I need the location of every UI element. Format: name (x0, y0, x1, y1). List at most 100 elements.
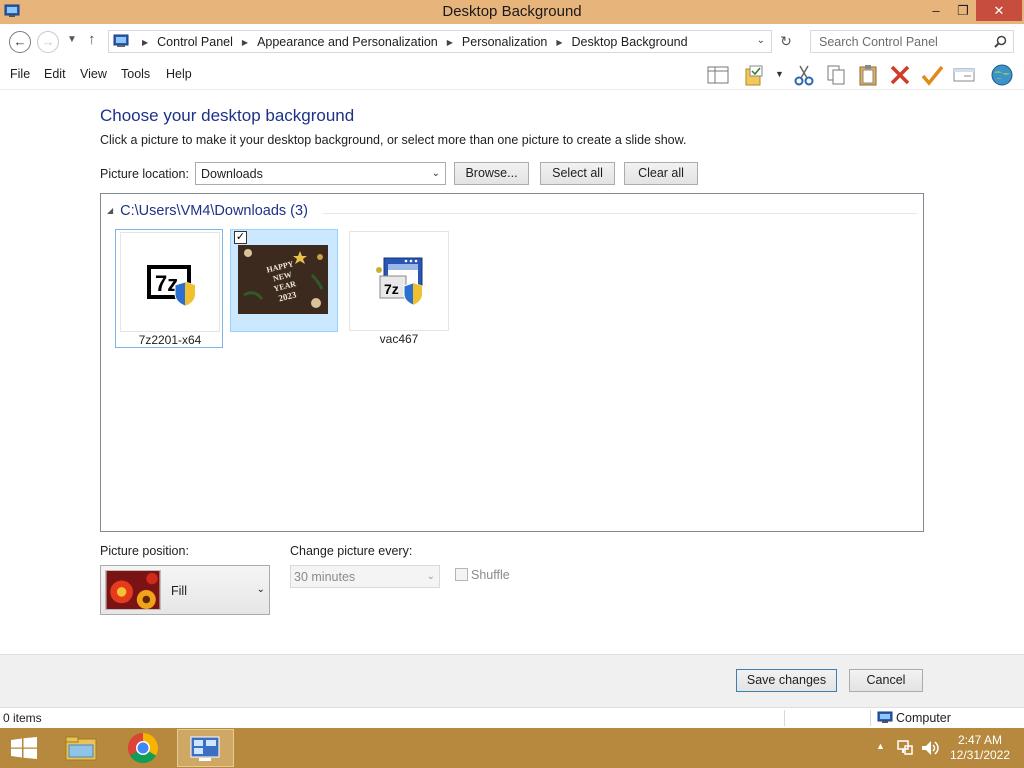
new-year-thumbnail: HAPPY NEW YEAR 2023 (238, 245, 328, 314)
folder-options-icon[interactable] (742, 63, 766, 87)
globe-icon[interactable] (990, 63, 1014, 87)
chevron-down-icon[interactable]: ⌄ (757, 35, 765, 46)
thumbnail-frame: 7z (349, 231, 449, 331)
menu-edit[interactable]: Edit (44, 67, 66, 81)
menu-bar: File Edit View Tools Help ▼ (0, 60, 1024, 90)
taskbar-file-explorer[interactable] (56, 729, 106, 767)
refresh-button[interactable]: ↻ (774, 30, 798, 53)
title-bar: Desktop Background – ❐ ✕ (0, 0, 1024, 24)
computer-icon (877, 711, 893, 723)
chevron-down-icon[interactable]: ▼ (775, 69, 784, 79)
up-button[interactable]: ↑ (88, 31, 96, 48)
chevron-right-icon[interactable]: ▶ (142, 38, 148, 47)
menu-tools[interactable]: Tools (121, 67, 150, 81)
recent-pages-dropdown[interactable]: ▼ (67, 34, 77, 45)
clear-all-button[interactable]: Clear all (624, 162, 698, 185)
forward-button[interactable]: → (37, 31, 59, 53)
clock[interactable]: 2:47 AM 12/31/2022 (946, 733, 1014, 763)
item-count: 0 items (3, 711, 42, 725)
close-button[interactable]: ✕ (976, 0, 1022, 21)
footer: Save changes Cancel (0, 654, 1024, 707)
cut-icon[interactable] (792, 63, 816, 87)
group-header[interactable]: ◢ C:\Users\VM4\Downloads (3) (107, 203, 308, 219)
collapse-triangle-icon[interactable]: ◢ (107, 206, 113, 215)
picture-location-select[interactable]: Downloads ⌄ (195, 162, 446, 185)
change-picture-label: Change picture every: (290, 544, 413, 558)
7zip-app-icon: 7z (376, 257, 423, 306)
breadcrumb-desktop-background[interactable]: Desktop Background (572, 35, 688, 49)
properties-icon[interactable] (952, 63, 976, 87)
search-input[interactable] (811, 31, 991, 52)
maximize-button[interactable]: ❐ (949, 0, 977, 21)
clock-time: 2:47 AM (957, 733, 1003, 747)
breadcrumb-appearance[interactable]: Appearance and Personalization (257, 35, 438, 49)
menu-file[interactable]: File (10, 67, 30, 81)
page-description: Click a picture to make it your desktop … (100, 133, 687, 147)
picture-caption: 7z2201-x64 (138, 333, 202, 347)
taskbar: ▲ 2:47 AM 12/31/2022 (0, 728, 1024, 768)
paste-icon[interactable] (856, 63, 880, 87)
cancel-button[interactable]: Cancel (849, 669, 923, 692)
back-button[interactable]: ← (9, 31, 31, 53)
chevron-right-icon[interactable]: ▶ (556, 38, 562, 47)
group-divider (323, 213, 917, 214)
delete-icon[interactable] (888, 63, 912, 87)
status-location-label: Computer (896, 711, 951, 725)
picture-gallery[interactable]: ◢ C:\Users\VM4\Downloads (3) 7z 7z2201-x6… (100, 193, 924, 532)
control-panel-icon (190, 736, 220, 761)
chevron-down-icon: ⌄ (431, 168, 440, 179)
taskbar-control-panel[interactable] (177, 729, 234, 767)
picture-checkbox[interactable]: ✓ (234, 231, 247, 244)
picture-item[interactable]: 7z 7z2201-x64 (115, 229, 223, 348)
content-area: Choose your desktop background Click a p… (0, 91, 1024, 654)
chevron-down-icon: ⌄ (426, 571, 435, 582)
shuffle-label: Shuffle (471, 568, 510, 582)
menu-help[interactable]: Help (166, 67, 192, 81)
windows-start-icon[interactable] (10, 737, 38, 759)
picture-position-label: Picture position: (100, 544, 189, 558)
minimize-button[interactable]: – (922, 0, 950, 21)
layout-pane-icon[interactable] (706, 63, 730, 87)
breadcrumb-personalization[interactable]: Personalization (462, 35, 547, 49)
chevron-right-icon[interactable]: ▶ (447, 38, 453, 47)
change-picture-select[interactable]: 30 minutes ⌄ (290, 565, 440, 588)
check-icon[interactable] (920, 63, 944, 87)
copy-icon[interactable] (824, 63, 848, 87)
address-bar: ← → ▼ ↑ ▶ Control Panel ▶ Appearance and… (0, 24, 1024, 60)
picture-position-select[interactable]: Fill ⌄ (100, 565, 270, 615)
status-bar: 0 items Computer (0, 707, 1024, 728)
window-title: Desktop Background (442, 3, 582, 20)
chevron-down-icon: ⌄ (256, 584, 265, 595)
picture-item[interactable]: 7z vac467 (345, 229, 453, 348)
menu-view[interactable]: View (80, 67, 107, 81)
change-picture-value: 30 minutes (294, 570, 356, 584)
chevron-right-icon[interactable]: ▶ (242, 38, 248, 47)
network-icon[interactable] (897, 740, 913, 756)
clock-date: 12/31/2022 (949, 748, 1011, 762)
breadcrumb[interactable]: ▶ Control Panel ▶ Appearance and Persona… (108, 30, 772, 53)
flower-preview-image (105, 570, 161, 610)
status-divider (784, 710, 785, 726)
status-location: Computer (877, 711, 951, 725)
show-hidden-icons[interactable]: ▲ (876, 741, 885, 751)
browse-button[interactable]: Browse... (454, 162, 529, 185)
checkbox-box[interactable] (455, 568, 468, 581)
picture-item[interactable]: ✓ HAPPY NEW YEAR 2023 (230, 229, 338, 332)
page-title: Choose your desktop background (100, 106, 355, 125)
taskbar-chrome[interactable] (118, 729, 168, 767)
breadcrumb-control-panel[interactable]: Control Panel (157, 35, 233, 49)
chrome-icon (127, 733, 159, 764)
control-panel-icon (113, 34, 129, 47)
group-path: C:\Users\VM4\Downloads (3) (120, 203, 308, 219)
svg-text:7z: 7z (384, 281, 399, 297)
folder-icon (65, 736, 97, 761)
volume-icon[interactable] (921, 740, 939, 756)
search-icon[interactable] (994, 35, 1007, 48)
status-divider (870, 710, 871, 726)
shuffle-checkbox[interactable]: Shuffle (455, 568, 510, 582)
search-box[interactable] (810, 30, 1014, 53)
save-changes-button[interactable]: Save changes (736, 669, 837, 692)
select-all-button[interactable]: Select all (540, 162, 615, 185)
thumbnail-frame: 7z (120, 232, 220, 332)
picture-location-value: Downloads (201, 167, 263, 181)
